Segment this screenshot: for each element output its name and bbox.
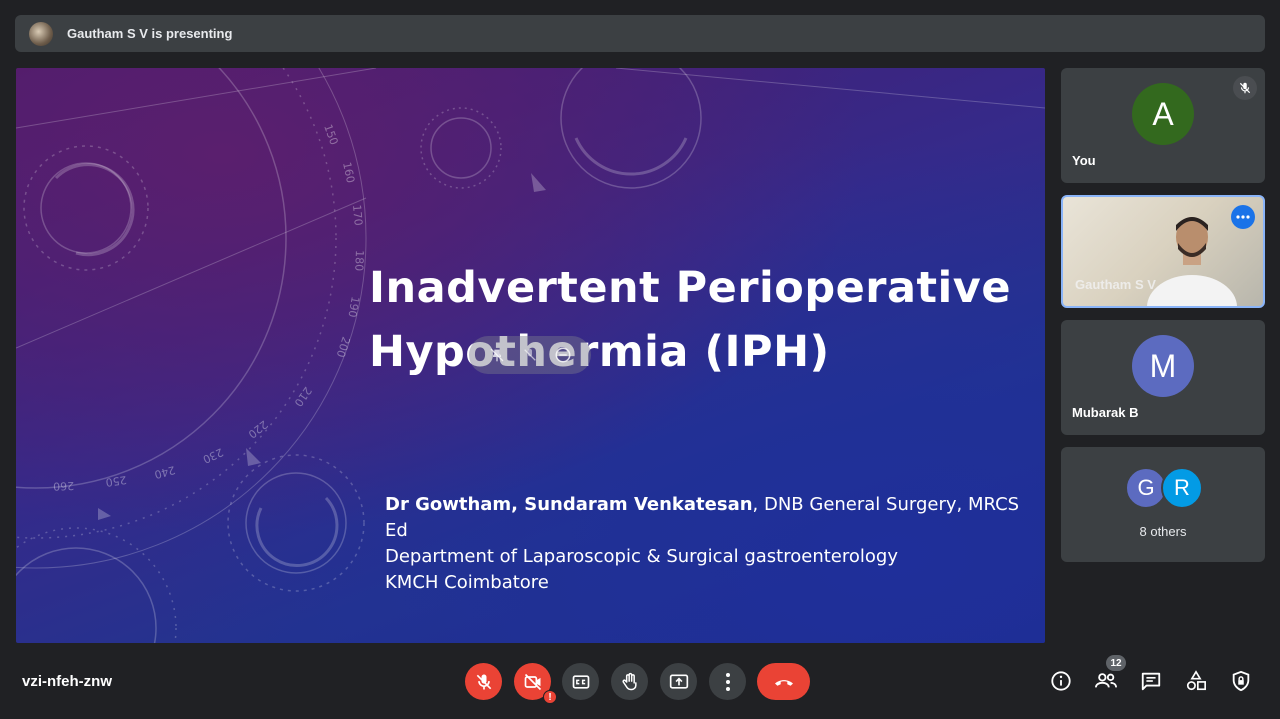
- slide-author-block: Dr Gowtham, Sundaram Venkatesan, DNB Gen…: [385, 492, 1035, 596]
- participant-name: Gautham S V: [1075, 277, 1156, 292]
- dial-number: 150: [321, 123, 340, 147]
- mic-off-icon: [476, 674, 491, 689]
- dial-number: 230: [201, 445, 226, 466]
- slide-department: Department of Laparoscopic & Surgical ga…: [385, 546, 898, 567]
- dial-number: 220: [246, 418, 271, 441]
- participant-video: [1147, 217, 1237, 306]
- microphone-toggle-button[interactable]: [465, 663, 502, 700]
- more-options-button[interactable]: [709, 663, 746, 700]
- camera-error-badge: !: [543, 690, 557, 704]
- activities-button[interactable]: [1183, 668, 1209, 694]
- camera-off-icon: [524, 673, 541, 690]
- others-avatars: G R: [1125, 467, 1205, 511]
- meeting-code: vzi-nfeh-znw: [22, 673, 112, 690]
- host-controls-button[interactable]: [1228, 668, 1254, 694]
- present-now-button[interactable]: [660, 663, 697, 700]
- slide-author-name: Dr Gowtham, Sundaram Venkatesan: [385, 494, 753, 515]
- shield-lock-icon: [1232, 670, 1250, 692]
- presentation-slide[interactable]: 150 160 170 180 190 200 210 220 230 240 …: [16, 68, 1045, 643]
- present-screen-icon: [669, 674, 688, 689]
- more-vert-icon: [725, 672, 730, 691]
- camera-toggle-button[interactable]: !: [514, 663, 557, 704]
- dial-number: 210: [291, 384, 314, 409]
- participant-name: Mubarak B: [1072, 405, 1139, 420]
- mute-icon[interactable]: [520, 345, 540, 365]
- presenting-text: Gautham S V is presenting: [67, 26, 233, 41]
- hang-up-icon: [774, 679, 793, 686]
- others-count-label: 8 others: [1139, 524, 1187, 539]
- people-icon: [1095, 673, 1117, 688]
- raise-hand-button[interactable]: [611, 663, 648, 700]
- people-count-badge: 12: [1106, 655, 1126, 671]
- dial-number: 160: [340, 161, 357, 184]
- more-options-icon[interactable]: [1231, 205, 1255, 229]
- people-button[interactable]: [1093, 668, 1119, 694]
- slide-title-line1: Inadvertent Perioperative: [369, 263, 1011, 313]
- slide-author-line: Dr Gowtham, Sundaram Venkatesan, DNB Gen…: [385, 492, 1035, 544]
- captions-icon: [572, 674, 589, 689]
- hand-icon: [621, 672, 637, 690]
- participant-tile-others[interactable]: G R 8 others: [1061, 447, 1265, 562]
- participant-name: You: [1072, 153, 1096, 168]
- presenter-avatar: [29, 21, 53, 46]
- avatar: A: [1132, 83, 1194, 145]
- dial-number: 200: [334, 335, 353, 359]
- participant-tile-you[interactable]: A You: [1061, 68, 1265, 183]
- captions-button[interactable]: [562, 663, 599, 700]
- dial-number: 170: [350, 204, 365, 226]
- avatar: R: [1161, 467, 1203, 509]
- muted-mic-icon: [1233, 76, 1257, 100]
- dial-number: 180: [352, 250, 366, 271]
- pin-icon[interactable]: [487, 345, 507, 365]
- slide-title: Inadvertent Perioperative Hypothermia (I…: [369, 256, 1029, 384]
- activities-icon: [1186, 670, 1206, 691]
- meeting-details-button[interactable]: [1048, 668, 1074, 694]
- participant-tile-mubarak[interactable]: M Mubarak B: [1061, 320, 1265, 435]
- slide-title-line2: Hypothermia (IPH): [369, 327, 830, 377]
- dial-number: 260: [53, 479, 74, 493]
- dial-number: 250: [105, 473, 128, 489]
- remove-icon[interactable]: [553, 345, 573, 365]
- participant-tile-gautham[interactable]: Gautham S V: [1061, 195, 1265, 308]
- dial-number: 190: [345, 295, 361, 318]
- chat-button[interactable]: [1138, 668, 1164, 694]
- leave-call-button[interactable]: [757, 663, 810, 700]
- presenting-bar: Gautham S V is presenting: [15, 15, 1265, 52]
- slide-institution: KMCH Coimbatore: [385, 572, 549, 593]
- chat-icon: [1141, 672, 1161, 691]
- presentation-overlay-controls: [469, 336, 591, 374]
- dial-number: 240: [153, 463, 177, 481]
- info-icon: [1051, 671, 1071, 691]
- avatar: M: [1132, 335, 1194, 397]
